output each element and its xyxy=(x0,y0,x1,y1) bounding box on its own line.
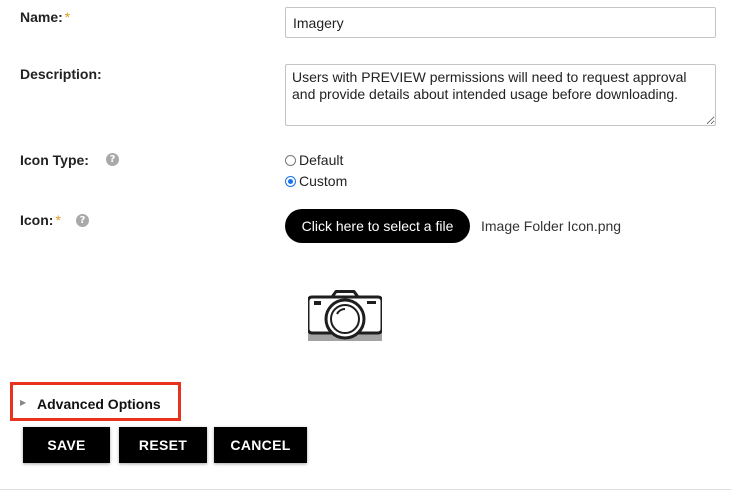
radio-default-label: Default xyxy=(299,152,344,168)
save-button[interactable]: SAVE xyxy=(23,427,110,463)
advanced-options-toggle[interactable]: ▶ Advanced Options xyxy=(10,382,181,421)
camera-icon xyxy=(306,290,384,341)
cancel-button[interactable]: CANCEL xyxy=(214,427,307,463)
radio-default[interactable] xyxy=(285,154,296,166)
radio-custom-label: Custom xyxy=(299,173,348,189)
advanced-options-label: Advanced Options xyxy=(37,396,161,412)
required-marker: * xyxy=(64,9,71,25)
help-icon[interactable]: ? xyxy=(76,214,89,227)
required-marker: * xyxy=(55,212,61,228)
name-label: Name: * xyxy=(20,9,71,25)
help-icon[interactable]: ? xyxy=(106,153,119,166)
radio-option-default[interactable]: Default xyxy=(285,152,343,168)
caret-right-icon: ▶ xyxy=(20,398,27,407)
radio-option-custom[interactable]: Custom xyxy=(285,173,347,189)
reset-button[interactable]: RESET xyxy=(119,427,207,463)
icon-type-label: Icon Type: xyxy=(20,152,89,168)
select-file-button[interactable]: Click here to select a file xyxy=(285,209,470,243)
description-textarea[interactable]: Users with PREVIEW permissions will need… xyxy=(285,64,716,126)
divider xyxy=(0,489,731,490)
icon-label: Icon: * xyxy=(20,212,61,228)
icon-preview xyxy=(306,290,384,342)
name-input[interactable] xyxy=(285,7,716,38)
radio-custom[interactable] xyxy=(285,175,296,187)
description-label: Description: xyxy=(20,66,102,82)
selected-file-name: Image Folder Icon.png xyxy=(481,218,622,234)
